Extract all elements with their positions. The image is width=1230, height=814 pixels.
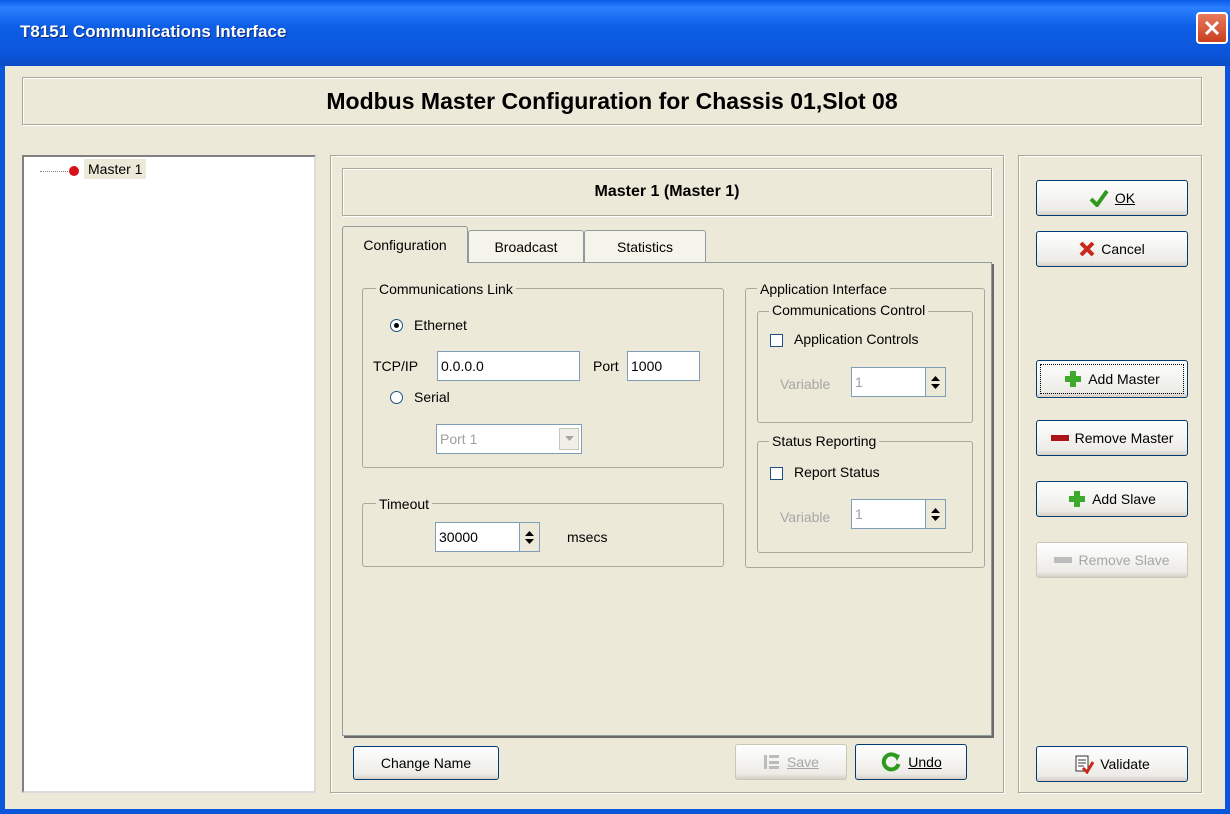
arrow-up-icon [525,530,534,536]
red-bullet-icon [69,166,79,176]
variable-label: Variable [780,376,831,392]
tab-label: Statistics [616,238,673,255]
spin-buttons[interactable] [519,523,539,551]
ethernet-radio[interactable] [390,319,403,332]
arrow-down-icon [525,538,534,544]
validate-label: Validate [1100,756,1150,772]
remove-master-label: Remove Master [1074,430,1174,446]
remove-master-button[interactable]: Remove Master [1036,420,1188,456]
serial-port-value: Port 1 [440,431,478,447]
tab-statistics[interactable]: Statistics [584,230,706,262]
tab-configuration[interactable]: Configuration [342,226,468,263]
serial-port-select[interactable]: Port 1 [436,424,582,454]
save-label: Save [787,754,819,770]
port-input[interactable]: 1000 [627,351,700,381]
tab-label: Configuration [363,237,447,253]
communications-link-title: Communications Link [376,281,516,297]
tree-connector [40,171,68,172]
variable-value: 1 [855,506,863,522]
tree-item-master-1[interactable]: Master 1 [84,159,147,179]
ethernet-label: Ethernet [414,317,467,333]
communications-control-title: Communications Control [769,302,929,318]
radio-selected-dot [394,323,399,328]
close-button[interactable] [1196,12,1228,44]
plus-icon [1065,371,1082,387]
add-slave-label: Add Slave [1092,491,1156,507]
timeout-stepper[interactable]: 30000 [435,522,540,552]
variable-value: 1 [855,374,863,390]
status-reporting-title: Status Reporting [769,433,880,449]
spin-buttons[interactable] [925,368,945,396]
ok-button[interactable]: OK [1036,180,1188,216]
remove-slave-button[interactable]: Remove Slave [1036,542,1188,578]
minus-icon [1054,557,1073,563]
add-slave-button[interactable]: Add Slave [1036,481,1188,517]
tab-broadcast[interactable]: Broadcast [468,230,584,262]
status-reporting-variable-stepper[interactable]: 1 [851,499,946,529]
close-icon [1204,20,1220,36]
report-status-checkbox[interactable] [770,467,783,480]
save-button[interactable]: Save [735,744,847,780]
window-title: T8151 Communications Interface [20,22,287,41]
master-title: Master 1 (Master 1) [594,183,740,200]
cancel-label: Cancel [1101,241,1145,257]
timeout-group [362,503,724,567]
refresh-icon [882,752,901,772]
status-reporting-group [757,441,973,553]
report-status-label: Report Status [794,464,880,480]
undo-label: Undo [908,754,942,770]
arrow-up-icon [931,375,940,381]
dropdown-button[interactable] [559,428,579,450]
master-tree[interactable]: Master 1 [22,155,316,793]
arrow-down-icon [931,515,940,521]
tab-label: Broadcast [494,238,558,255]
page-title: Modbus Master Configuration for Chassis … [326,87,898,114]
save-icon [764,755,780,769]
serial-label: Serial [414,389,450,405]
change-name-button[interactable]: Change Name [353,746,499,780]
minus-icon [1050,435,1069,441]
checkmark-icon [1089,189,1109,207]
change-name-label: Change Name [380,755,472,771]
remove-slave-label: Remove Slave [1078,552,1170,568]
header-panel: Modbus Master Configuration for Chassis … [22,77,1202,125]
port-label: Port [593,358,619,374]
master-header: Master 1 (Master 1) [342,168,992,216]
variable-label: Variable [780,509,831,525]
close-icon [1079,241,1095,257]
spin-buttons[interactable] [925,500,945,528]
cancel-button[interactable]: Cancel [1036,231,1188,267]
arrow-up-icon [931,507,940,513]
validate-button[interactable]: Validate [1036,746,1188,782]
arrow-down-icon [931,383,940,389]
application-controls-checkbox[interactable] [770,334,783,347]
timeout-unit: msecs [567,529,608,545]
application-interface-title: Application Interface [757,281,890,297]
timeout-title: Timeout [376,496,433,512]
add-master-button[interactable]: Add Master [1036,360,1188,398]
tcpip-label: TCP/IP [373,358,419,374]
validate-icon [1075,755,1095,774]
timeout-value: 30000 [439,529,478,545]
comms-control-variable-stepper[interactable]: 1 [851,367,946,397]
plus-icon [1069,491,1086,507]
undo-button[interactable]: Undo [855,744,967,780]
serial-radio[interactable] [390,391,403,404]
ok-label: OK [1114,190,1136,206]
chevron-down-icon [564,436,574,441]
application-controls-label: Application Controls [794,331,919,347]
tcpip-input[interactable]: 0.0.0.0 [437,351,580,381]
add-master-label: Add Master [1088,371,1160,387]
